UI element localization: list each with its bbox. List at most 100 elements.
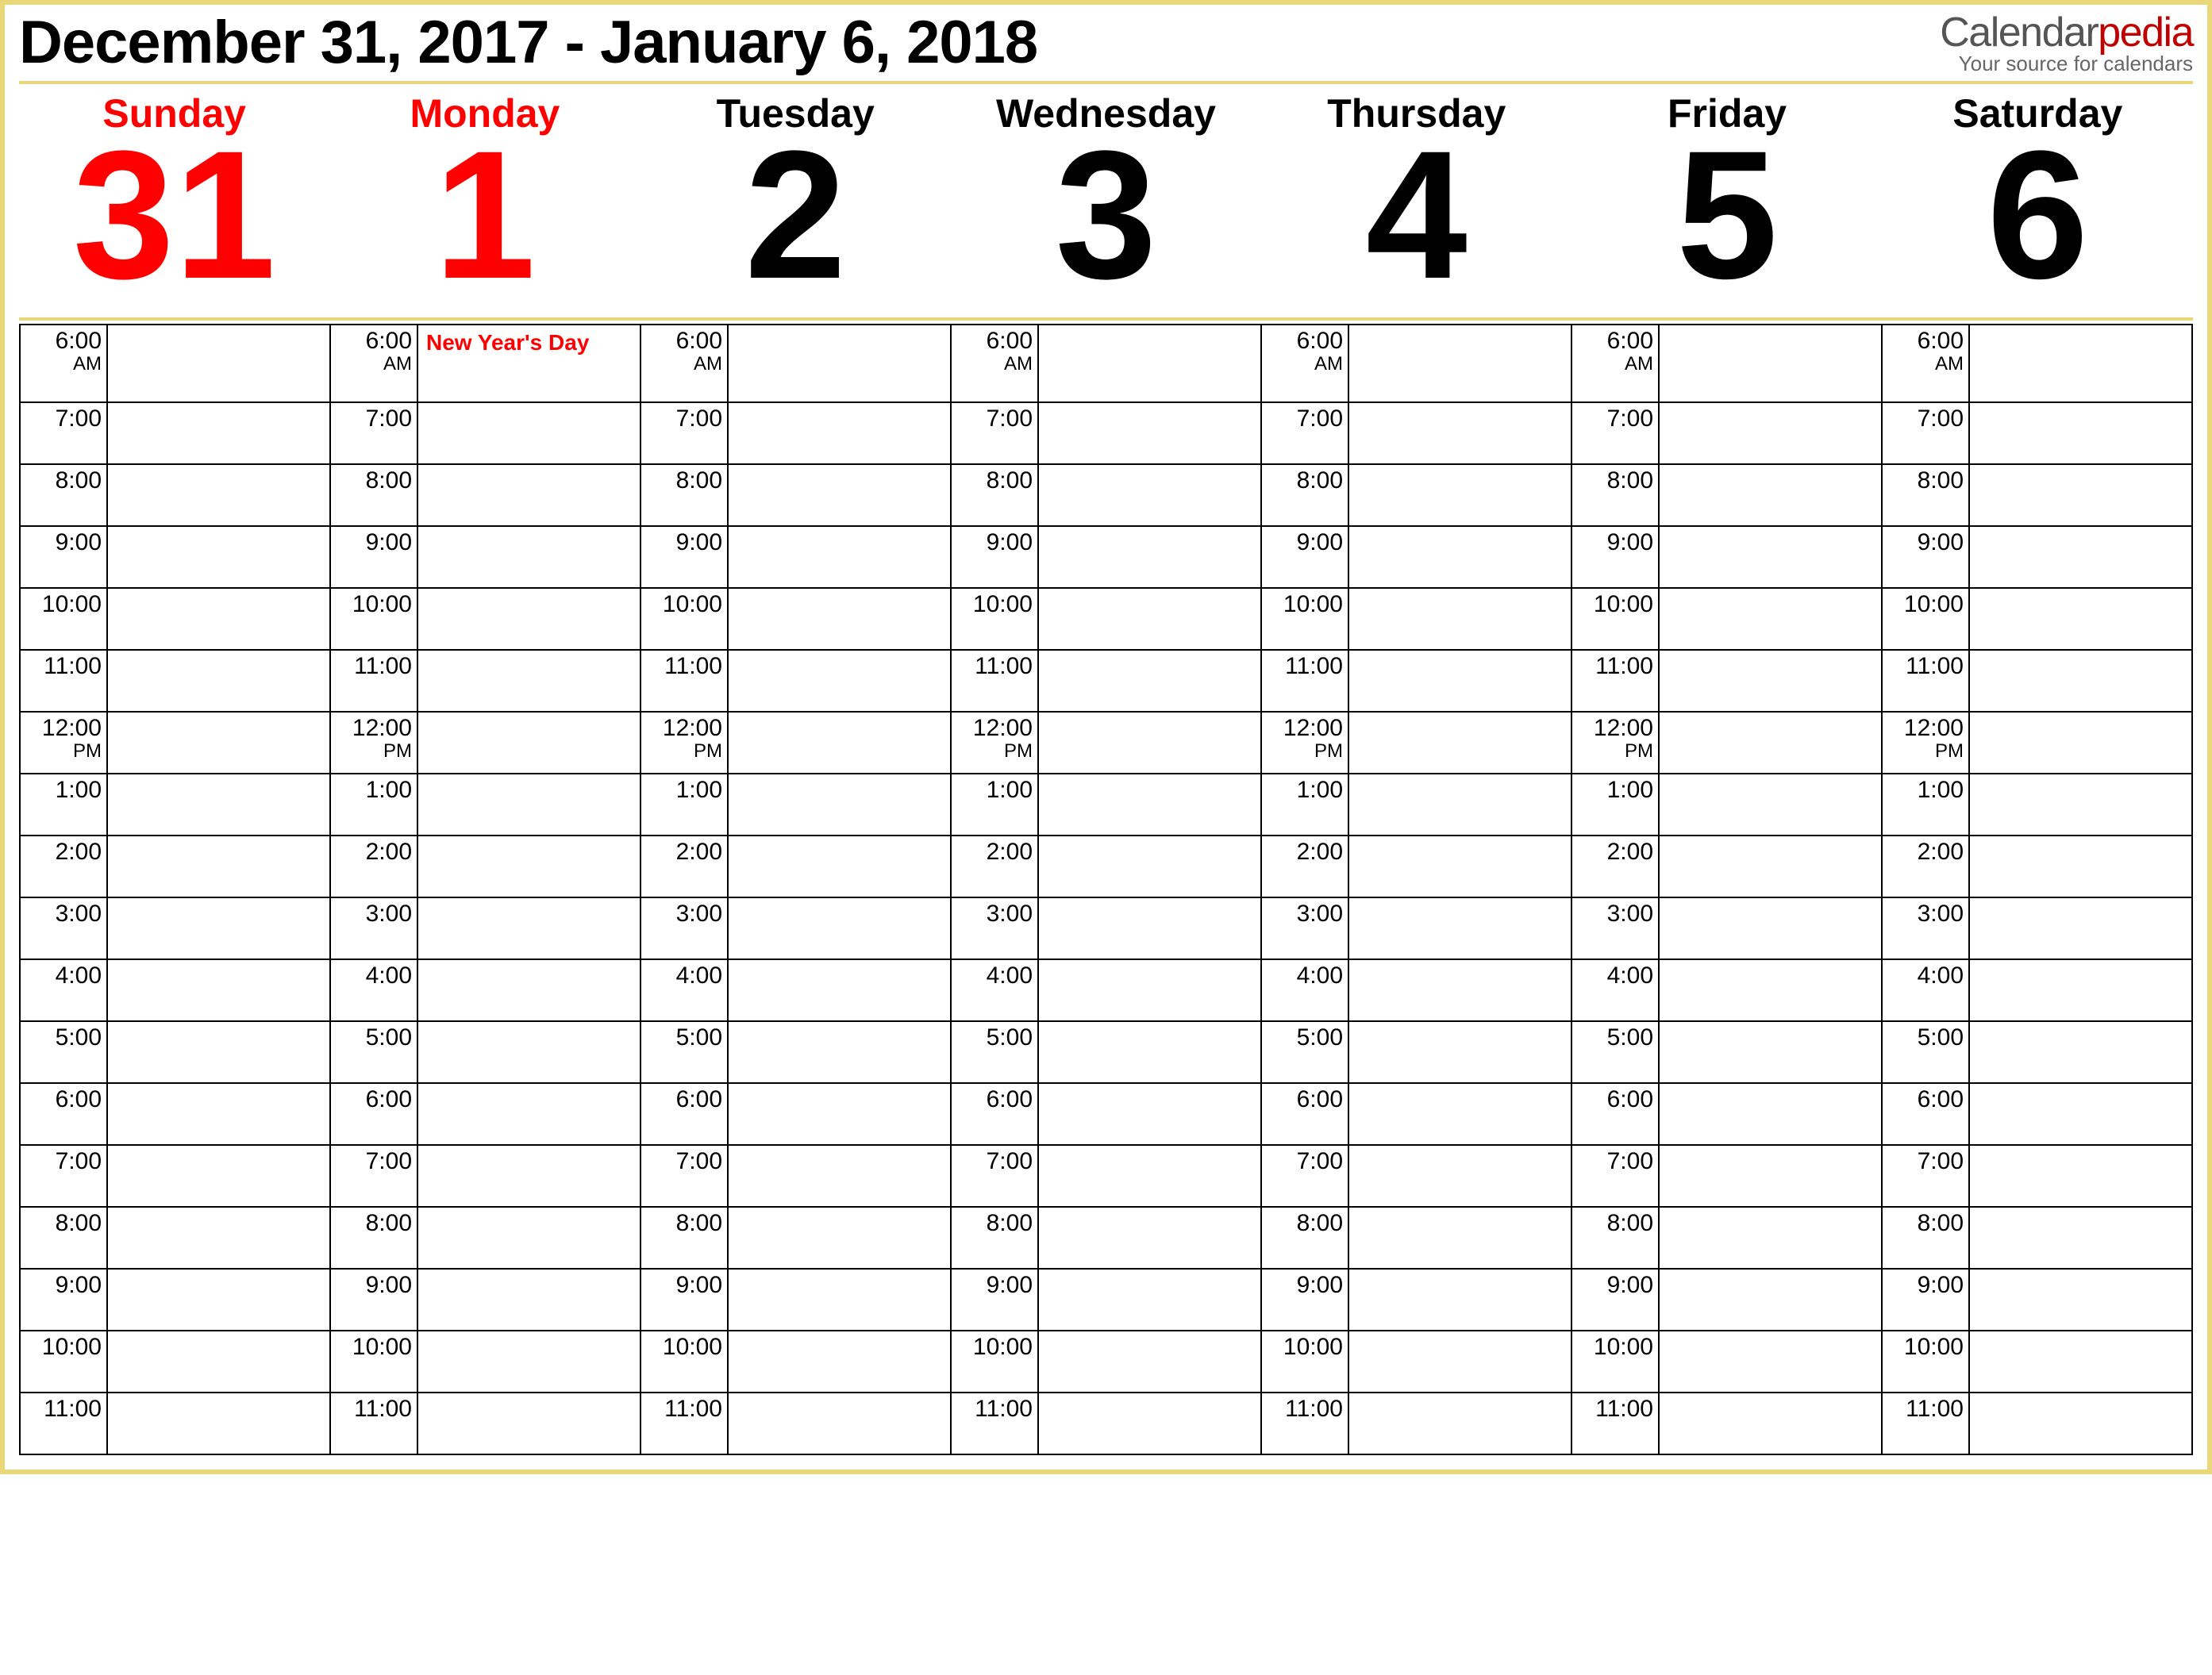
- time-cell: 5:00: [1261, 1021, 1571, 1083]
- event-slot: [1039, 1022, 1260, 1082]
- time-cell: 9:00: [1571, 526, 1882, 588]
- time-cell: 4:00: [641, 959, 951, 1021]
- time-label: 1:00: [21, 774, 108, 835]
- time-cell: 9:00: [1261, 526, 1571, 588]
- time-cell: 4:00: [951, 959, 1261, 1021]
- time-cell: 12:00PM: [330, 712, 641, 774]
- time-label: 11:00: [331, 651, 418, 711]
- time-label: 8:00: [1572, 465, 1660, 525]
- time-cell: 7:00: [20, 402, 330, 464]
- event-slot: [418, 713, 640, 773]
- event-slot: [418, 589, 640, 649]
- day-header: Monday1: [329, 84, 640, 318]
- event-slot: [1660, 713, 1881, 773]
- day-header: Friday5: [1571, 84, 1882, 318]
- time-cell: 10:00: [1882, 1331, 2192, 1393]
- time-cell: 7:00: [1571, 402, 1882, 464]
- time-cell: 6:00: [641, 1083, 951, 1145]
- time-cell: 6:00: [330, 1083, 641, 1145]
- time-cell: 7:00: [951, 1145, 1261, 1207]
- time-label: 4:00: [331, 960, 418, 1020]
- time-label: 7:00: [952, 403, 1039, 463]
- time-cell: 6:00AMNew Year's Day: [330, 325, 641, 402]
- time-label: 7:00: [21, 403, 108, 463]
- time-cell: 10:00: [20, 1331, 330, 1393]
- event-slot: [108, 960, 329, 1020]
- time-cell: 7:00: [1882, 402, 2192, 464]
- time-row: 3:003:003:003:003:003:003:00: [20, 897, 2192, 959]
- time-cell: 9:00: [641, 526, 951, 588]
- time-label: 8:00: [952, 1208, 1039, 1268]
- event-slot: [1660, 403, 1881, 463]
- event-slot: [1660, 1270, 1881, 1330]
- time-label: 6:00AM: [1883, 325, 1970, 401]
- time-label: 4:00: [641, 960, 729, 1020]
- event-slot: [1970, 651, 2191, 711]
- time-cell: 8:00: [20, 464, 330, 526]
- event-slot: [729, 1084, 950, 1144]
- time-cell: 11:00: [641, 1393, 951, 1454]
- time-cell: 6:00AM: [1571, 325, 1882, 402]
- time-cell: 6:00AM: [20, 325, 330, 402]
- event-slot: [108, 1331, 329, 1392]
- event-slot: [1349, 1393, 1571, 1454]
- time-cell: 2:00: [1571, 836, 1882, 897]
- brand-tagline: Your source for calendars: [1940, 52, 2193, 76]
- time-label: 11:00: [1572, 651, 1660, 711]
- top-bar: December 31, 2017 - January 6, 2018 Cale…: [19, 13, 2193, 76]
- time-row: 11:0011:0011:0011:0011:0011:0011:00: [20, 650, 2192, 712]
- time-label: 5:00: [641, 1022, 729, 1082]
- time-cell: 7:00: [1261, 1145, 1571, 1207]
- time-cell: 7:00: [641, 1145, 951, 1207]
- time-label: 1:00: [641, 774, 729, 835]
- event-slot: [1349, 1208, 1571, 1268]
- brand-logo: Calendarpedia: [1940, 14, 2193, 52]
- time-label: 10:00: [1883, 589, 1970, 649]
- brand-block: Calendarpedia Your source for calendars: [1940, 13, 2193, 76]
- time-label: 8:00: [1262, 1208, 1349, 1268]
- time-cell: 6:00AM: [1882, 325, 2192, 402]
- event-slot: [108, 651, 329, 711]
- time-row: 2:002:002:002:002:002:002:00: [20, 836, 2192, 897]
- time-label: 12:00PM: [21, 713, 108, 773]
- time-row: 7:007:007:007:007:007:007:00: [20, 402, 2192, 464]
- time-label: 5:00: [1262, 1022, 1349, 1082]
- time-label: 9:00: [1262, 1270, 1349, 1330]
- time-label: 1:00: [331, 774, 418, 835]
- event-slot: [1349, 1331, 1571, 1392]
- time-label: 10:00: [641, 1331, 729, 1392]
- time-cell: 5:00: [951, 1021, 1261, 1083]
- time-cell: 1:00: [1882, 774, 2192, 836]
- time-label: 6:00AM: [1262, 325, 1349, 401]
- time-cell: 1:00: [330, 774, 641, 836]
- time-cell: 10:00: [1882, 588, 2192, 650]
- event-slot: [1039, 1331, 1260, 1392]
- time-cell: 11:00: [330, 650, 641, 712]
- time-label: 9:00: [641, 527, 729, 587]
- time-cell: 3:00: [1571, 897, 1882, 959]
- time-label: 12:00PM: [641, 713, 729, 773]
- time-row: 8:008:008:008:008:008:008:00: [20, 1207, 2192, 1269]
- time-cell: 7:00: [641, 402, 951, 464]
- time-cell: 11:00: [1571, 650, 1882, 712]
- time-cell: 6:00: [951, 1083, 1261, 1145]
- time-cell: 3:00: [20, 897, 330, 959]
- time-label: 12:00PM: [1572, 713, 1660, 773]
- event-slot: [1970, 1146, 2191, 1206]
- time-cell: 6:00: [20, 1083, 330, 1145]
- time-cell: 1:00: [20, 774, 330, 836]
- time-label: 8:00: [641, 465, 729, 525]
- time-cell: 11:00: [1261, 650, 1571, 712]
- time-label: 6:00AM: [641, 325, 729, 401]
- event-slot: [729, 1146, 950, 1206]
- event-slot: [1349, 589, 1571, 649]
- time-cell: 9:00: [951, 526, 1261, 588]
- event-slot: [418, 1208, 640, 1268]
- event-slot: [108, 774, 329, 835]
- time-label: 7:00: [641, 403, 729, 463]
- event-slot: [1970, 325, 2191, 401]
- time-label: 10:00: [331, 1331, 418, 1392]
- time-cell: 1:00: [951, 774, 1261, 836]
- event-slot: [1970, 1208, 2191, 1268]
- time-label: 11:00: [1262, 651, 1349, 711]
